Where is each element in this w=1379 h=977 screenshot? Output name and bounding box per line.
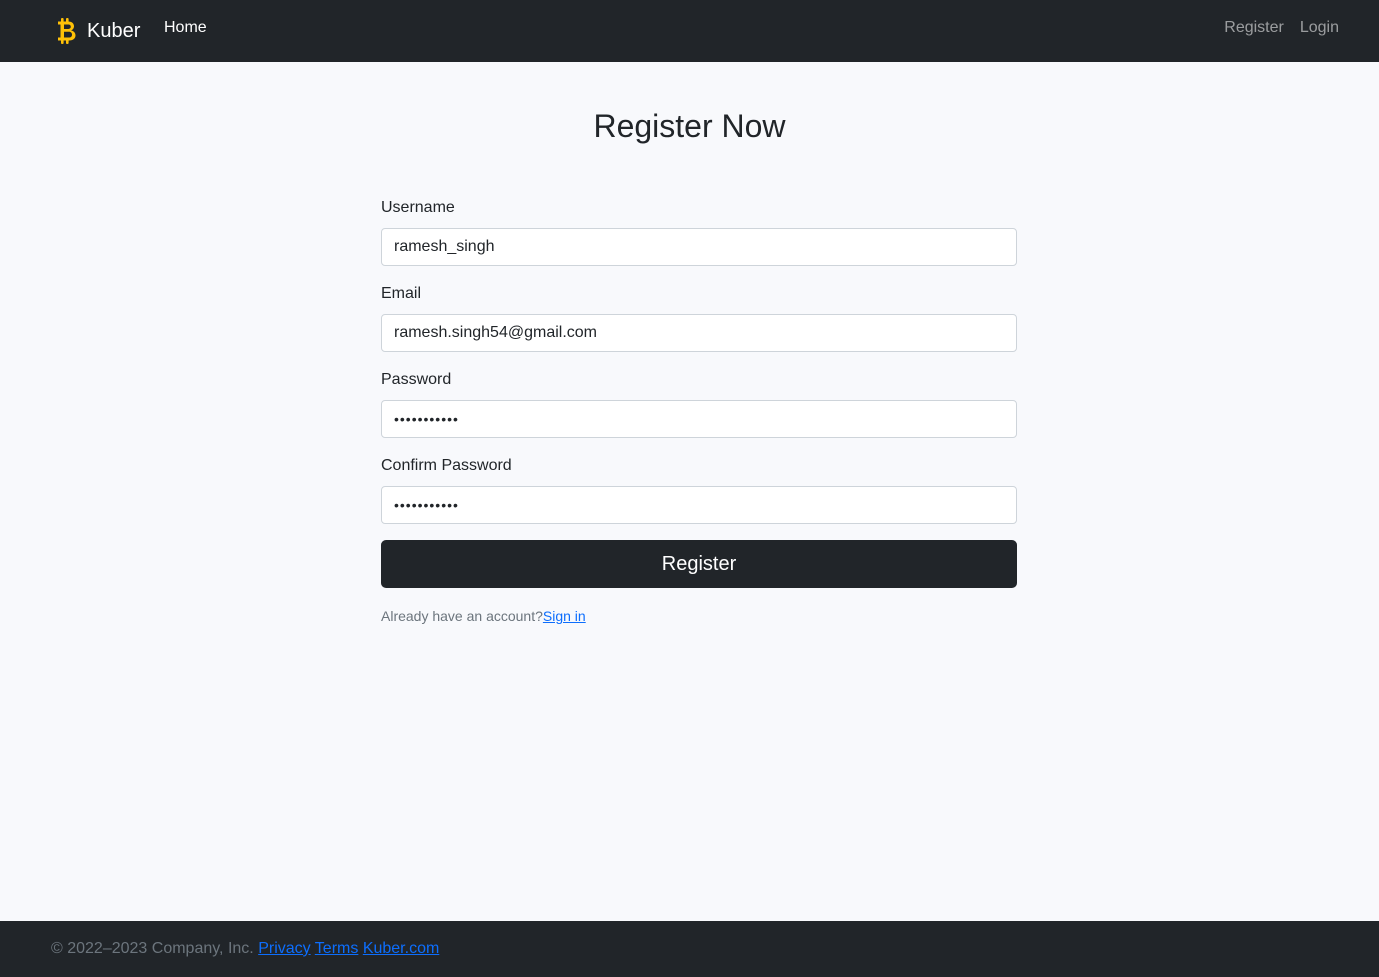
register-form: Username ramesh_singh Email ramesh.singh… — [381, 197, 1017, 624]
nav-home-link[interactable]: Home — [164, 19, 207, 37]
username-label: Username — [381, 199, 455, 216]
confirm-password-group: Confirm Password ••••••••••• — [381, 455, 1017, 524]
footer: © 2022–2023 Company, Inc. Privacy Terms … — [0, 921, 1379, 977]
signin-prompt: Already have an account? — [381, 608, 543, 624]
password-input[interactable]: ••••••••••• — [381, 400, 1017, 438]
username-input[interactable]: ramesh_singh — [381, 228, 1017, 266]
register-button[interactable]: Register — [381, 540, 1017, 588]
password-masked-value: ••••••••••• — [394, 411, 459, 427]
confirm-password-label: Confirm Password — [381, 457, 512, 474]
email-label: Email — [381, 285, 422, 302]
footer-copyright: © 2022–2023 Company, Inc. — [51, 940, 254, 957]
confirm-password-input[interactable]: ••••••••••• — [381, 486, 1017, 524]
signin-link[interactable]: Sign in — [543, 608, 586, 624]
email-value: ramesh.singh54@gmail.com — [394, 324, 597, 341]
nav-auth-links: Register Login — [1224, 19, 1339, 37]
confirm-password-masked-value: ••••••••••• — [394, 497, 459, 513]
nav-login-link[interactable]: Login — [1300, 19, 1339, 37]
username-value: ramesh_singh — [394, 238, 495, 255]
password-group: Password ••••••••••• — [381, 369, 1017, 438]
bitcoin-icon — [56, 16, 78, 46]
brand-link[interactable]: Kuber — [56, 14, 140, 48]
email-input[interactable]: ramesh.singh54@gmail.com — [381, 314, 1017, 352]
nav-register-link[interactable]: Register — [1224, 19, 1284, 37]
footer-privacy-link[interactable]: Privacy — [258, 940, 310, 957]
signin-row: Already have an account?Sign in — [381, 608, 1017, 624]
footer-kuber-link[interactable]: Kuber.com — [363, 940, 439, 957]
username-group: Username ramesh_singh — [381, 197, 1017, 266]
password-label: Password — [381, 371, 452, 388]
top-navbar: Kuber Home Register Login — [0, 0, 1379, 62]
footer-terms-link[interactable]: Terms — [315, 940, 359, 957]
page-title: Register Now — [593, 108, 786, 144]
email-group: Email ramesh.singh54@gmail.com — [381, 283, 1017, 352]
brand-name: Kuber — [87, 19, 141, 42]
footer-content: © 2022–2023 Company, Inc. Privacy Terms … — [51, 940, 439, 958]
